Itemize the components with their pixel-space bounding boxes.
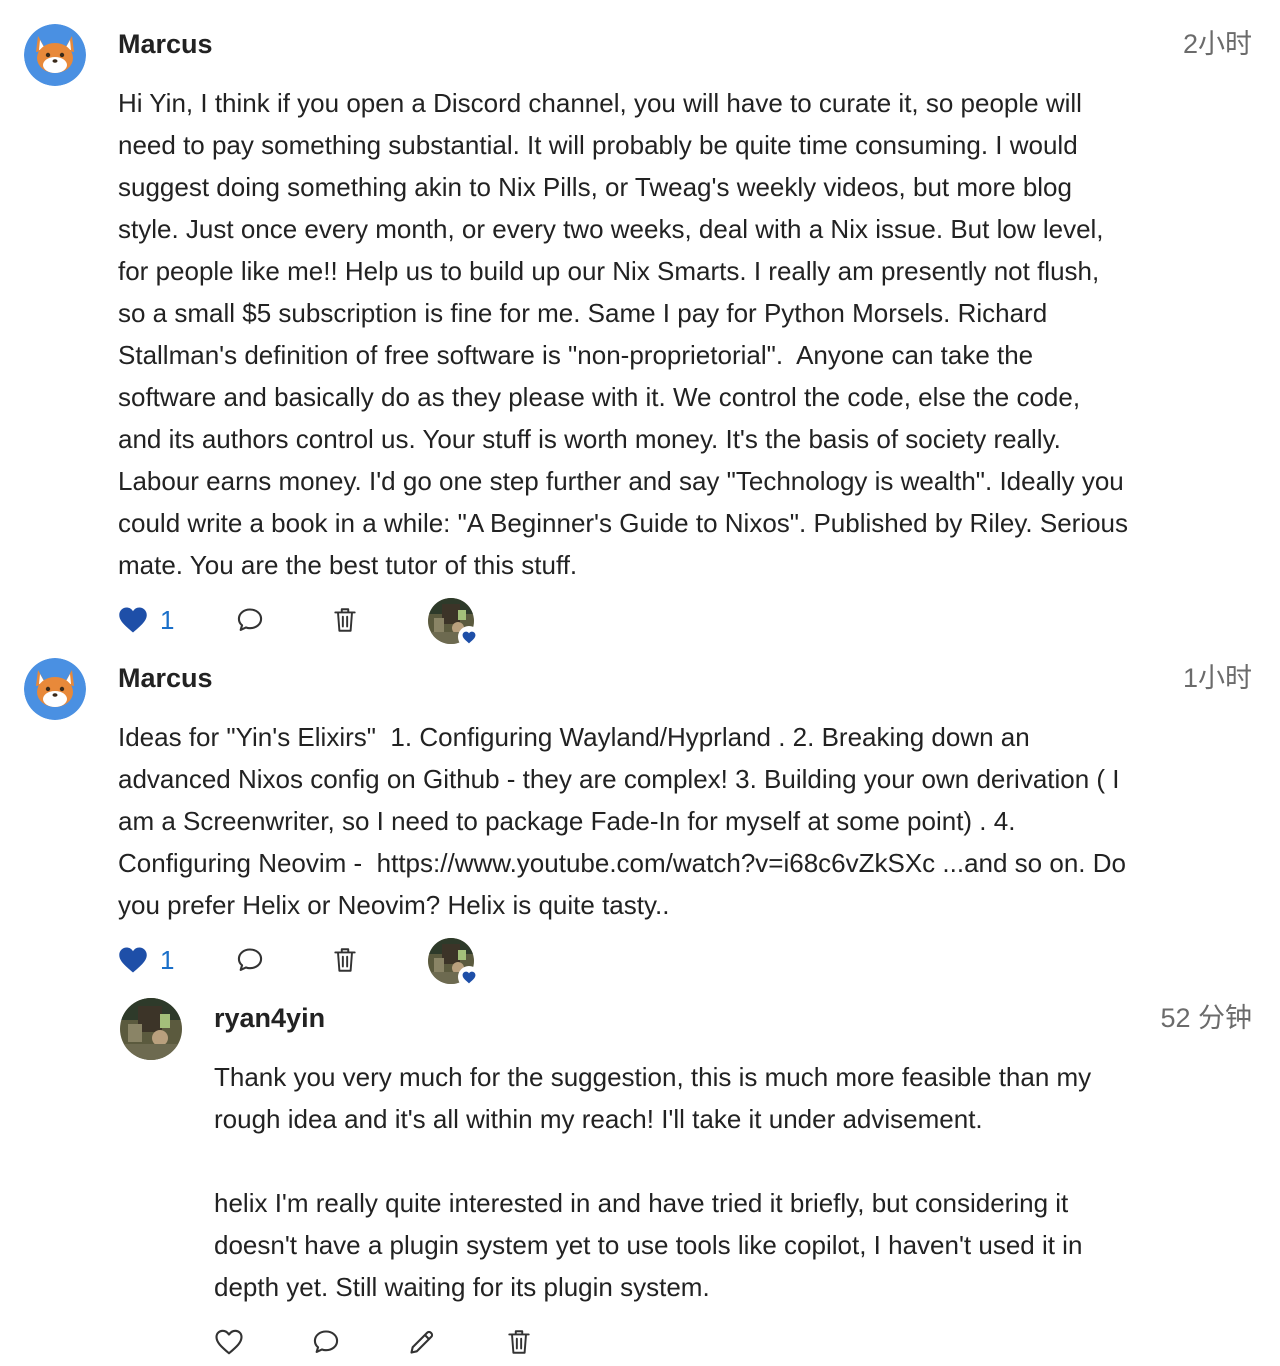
delete-button[interactable]: [506, 1318, 532, 1366]
heart-outline-icon: [215, 1329, 243, 1355]
comment-body: Ideas for "Yin's Elixirs" 1. Configuring…: [118, 722, 1126, 920]
reply-button[interactable]: [236, 596, 264, 644]
photo-avatar-icon[interactable]: [120, 998, 182, 1060]
heart-badge-icon: [458, 966, 480, 988]
heart-filled-icon: [119, 947, 147, 973]
like-count[interactable]: 1: [160, 936, 174, 984]
comment-body: Hi Yin, I think if you open a Discord ch…: [118, 88, 1129, 580]
speech-bubble-icon: [313, 1330, 339, 1353]
comment-timestamp[interactable]: 1小时: [1183, 662, 1252, 694]
comment-author[interactable]: ryan4yin: [214, 1002, 325, 1034]
pencil-icon: [410, 1330, 434, 1354]
delete-button[interactable]: [332, 936, 358, 984]
heart-filled-icon: [119, 607, 147, 633]
comment-actions: 1: [118, 596, 518, 648]
comment-timestamp[interactable]: 52 分钟: [1160, 1002, 1252, 1034]
reply-button[interactable]: [312, 1318, 340, 1366]
trash-icon: [334, 608, 356, 632]
heart-badge-icon: [458, 626, 480, 648]
delete-button[interactable]: [332, 596, 358, 644]
speech-bubble-icon: [237, 608, 263, 631]
comment-actions: [214, 1318, 574, 1366]
trash-icon: [334, 948, 356, 972]
comment-timestamp[interactable]: 2小时: [1183, 28, 1252, 60]
comment-author[interactable]: Marcus: [118, 28, 213, 60]
comment-actions: 1: [118, 936, 518, 988]
fox-avatar-icon[interactable]: [24, 24, 86, 86]
liker-avatar[interactable]: [428, 598, 480, 648]
liker-avatar[interactable]: [428, 938, 480, 988]
like-button[interactable]: [214, 1318, 244, 1366]
like-count[interactable]: 1: [160, 596, 174, 644]
reply-button[interactable]: [236, 936, 264, 984]
like-button[interactable]: 1: [118, 596, 174, 644]
like-button[interactable]: 1: [118, 936, 174, 984]
fox-avatar-icon[interactable]: [24, 658, 86, 720]
trash-icon: [508, 1330, 530, 1354]
speech-bubble-icon: [237, 948, 263, 971]
comment-author[interactable]: Marcus: [118, 662, 213, 694]
edit-button[interactable]: [408, 1318, 436, 1366]
comment-body: Thank you very much for the suggestion, …: [214, 1062, 1092, 1302]
